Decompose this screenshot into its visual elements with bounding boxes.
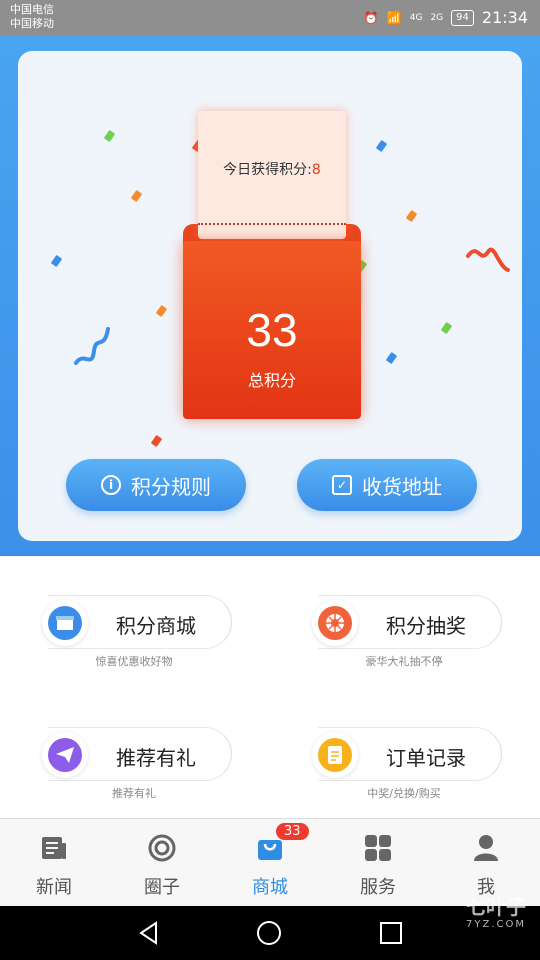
shipping-address-label: 收货地址 — [362, 474, 442, 499]
checkbox-icon: ✓ — [332, 475, 352, 495]
shipping-address-button[interactable]: ✓ 收货地址 — [297, 459, 477, 511]
info-icon: i — [101, 475, 121, 495]
tab-news[interactable]: 新闻 — [0, 819, 108, 906]
bottom-tab-bar: 新闻 圈子 33 商城 服务 我 — [0, 818, 540, 906]
alarm-icon: ⏰ — [363, 10, 379, 25]
watermark-logo: 七叶子 7YZ.COM — [466, 897, 526, 934]
feature-icon-wrap — [312, 732, 358, 778]
feature-points-mall[interactable]: 积分商城 — [42, 595, 232, 649]
back-icon[interactable] — [136, 920, 162, 946]
confetti — [375, 139, 388, 153]
shop-badge: 33 — [276, 823, 309, 840]
order-icon — [318, 738, 352, 772]
carrier-2: 中国移动 — [10, 17, 54, 30]
tab-shop[interactable]: 33 商城 — [216, 819, 324, 906]
system-navigation-bar — [0, 906, 540, 960]
confetti — [50, 254, 63, 268]
feature-title: 推荐有礼 — [116, 746, 196, 770]
points-card: 今日获得积分:8 33 总积分 i 积分规则 ✓ 收货地址 — [18, 51, 522, 541]
confetti — [405, 209, 418, 223]
blue-ribbon — [74, 327, 110, 365]
ticket-divider — [198, 223, 346, 225]
news-icon — [42, 837, 66, 859]
recents-icon[interactable] — [378, 920, 404, 946]
confetti — [155, 304, 168, 318]
feature-referral[interactable]: 推荐有礼 — [42, 727, 232, 781]
today-points: 今日获得积分:8 — [198, 159, 346, 179]
feature-title: 积分抽奖 — [386, 614, 466, 638]
watermark-site: 7YZ.COM — [466, 919, 526, 930]
red-ribbon — [466, 247, 510, 272]
store-icon — [48, 606, 82, 640]
points-rules-button[interactable]: i 积分规则 — [66, 459, 246, 511]
confetti — [103, 129, 116, 143]
home-icon[interactable] — [256, 920, 282, 946]
points-header: 今日获得积分:8 33 总积分 i 积分规则 ✓ 收货地址 — [0, 36, 540, 556]
total-points-label: 总积分 — [247, 371, 296, 390]
feature-subtitle: 推荐有礼 — [112, 787, 156, 800]
network-4g: 4G — [409, 12, 423, 23]
tab-label: 圈子 — [144, 877, 180, 898]
feature-title: 订单记录 — [386, 746, 466, 770]
feature-points-lottery[interactable]: 积分抽奖 — [312, 595, 502, 649]
confetti — [130, 189, 143, 203]
confetti — [150, 434, 163, 448]
feature-subtitle: 豪华大礼抽不停 — [365, 655, 443, 668]
today-points-value: 8 — [311, 162, 321, 178]
tab-me[interactable]: 我 — [432, 819, 540, 906]
feature-icon-wrap — [312, 600, 358, 646]
grid-icon — [365, 835, 391, 861]
carrier-1: 中国电信 — [10, 3, 54, 16]
battery-indicator: 94 — [451, 9, 474, 26]
tab-circle[interactable]: 圈子 — [108, 819, 216, 906]
tab-label: 新闻 — [36, 877, 72, 898]
clock: 21:34 — [481, 8, 528, 27]
tab-label: 服务 — [360, 877, 396, 898]
network-2g: 2G — [430, 12, 444, 23]
feature-subtitle: 中奖/兑换/购买 — [367, 787, 441, 800]
wheel-icon — [318, 606, 352, 640]
daily-points-ticket: 今日获得积分:8 — [198, 111, 346, 239]
carrier-info: 中国电信 中国移动 — [10, 3, 54, 31]
feature-title: 积分商城 — [116, 614, 196, 638]
paper-plane-icon — [48, 738, 82, 772]
confetti — [385, 351, 398, 365]
wifi-icon: 📶 — [386, 10, 402, 25]
points-rules-label: 积分规则 — [131, 474, 211, 499]
feature-subtitle: 惊喜优惠收好物 — [95, 655, 173, 668]
person-icon — [474, 835, 498, 861]
status-bar: 中国电信 中国移动 ⏰ 📶 4G 2G 94 21:34 — [0, 0, 540, 36]
circle-icon — [148, 834, 176, 862]
status-icons: ⏰ 📶 4G 2G 94 21:34 — [364, 8, 528, 27]
feature-icon-wrap — [42, 732, 88, 778]
today-points-label: 今日获得积分: — [223, 162, 312, 178]
feature-icon-wrap — [42, 600, 88, 646]
total-points-value: 33 — [246, 304, 298, 356]
total-points-envelope: 33 总积分 — [183, 241, 361, 419]
feature-order-records[interactable]: 订单记录 — [312, 727, 502, 781]
confetti — [440, 321, 453, 335]
tab-service[interactable]: 服务 — [324, 819, 432, 906]
tab-label: 商城 — [252, 877, 288, 898]
